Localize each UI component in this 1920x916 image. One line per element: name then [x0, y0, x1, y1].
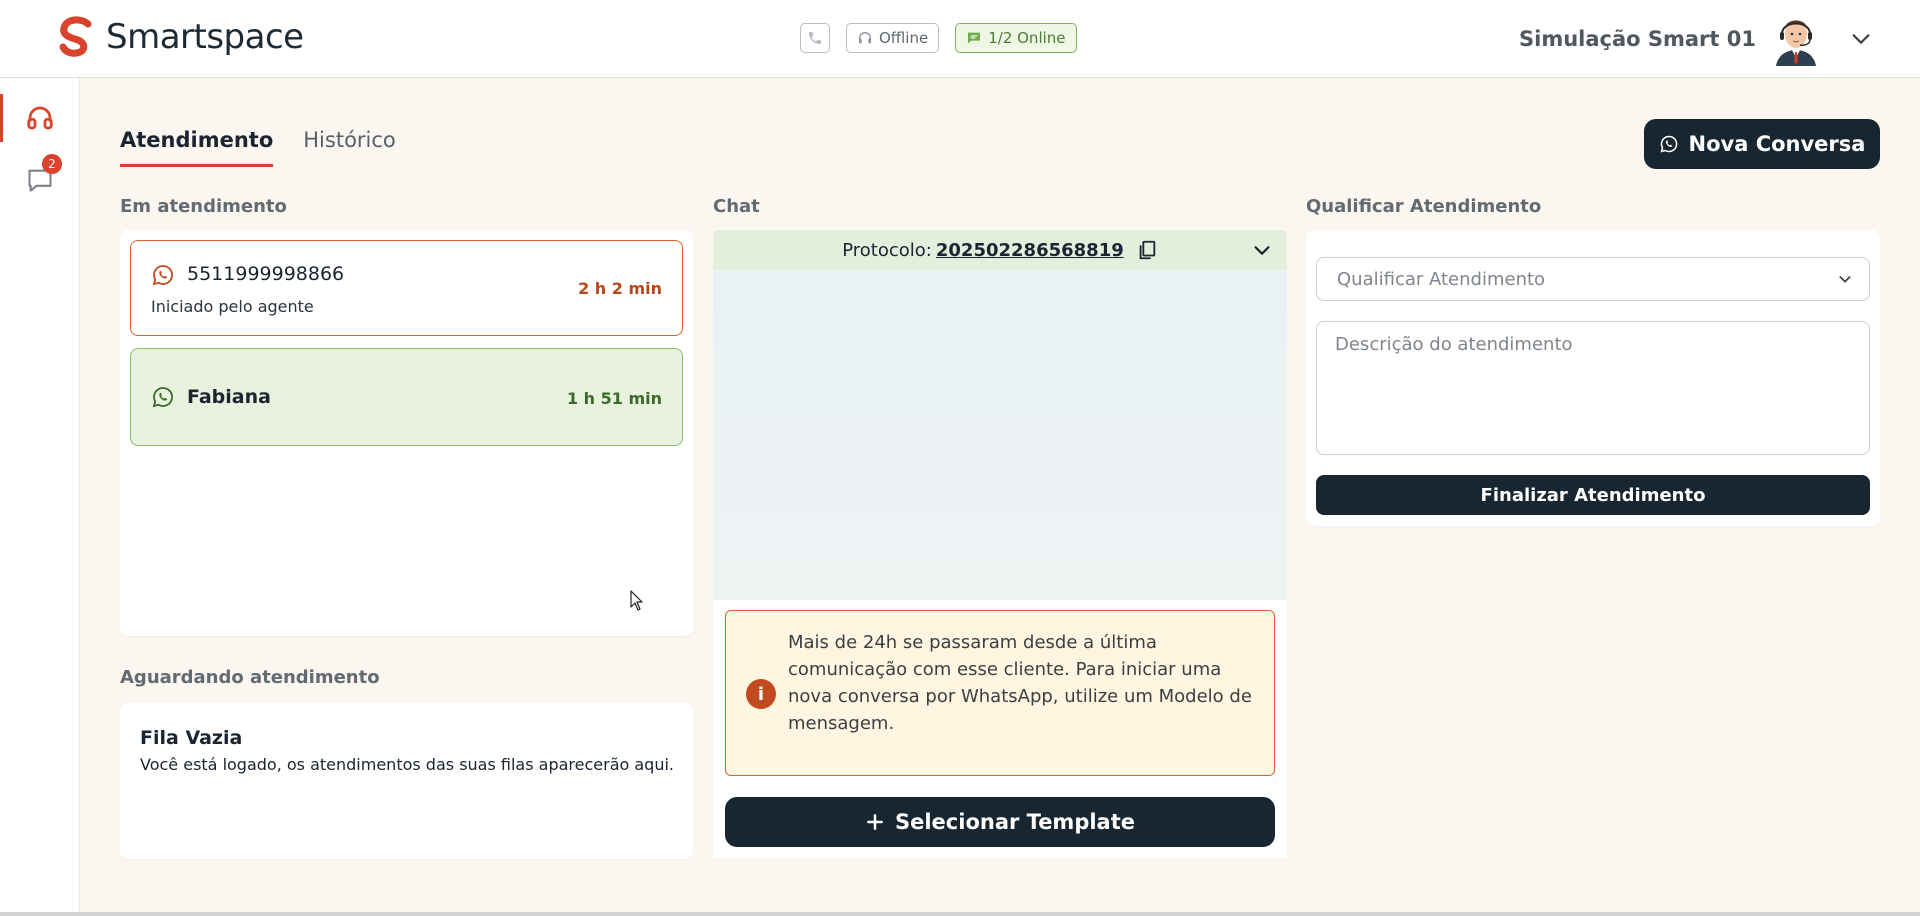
in-service-panel: 5511999998866 Iniciado pelo agente 2 h 2… [120, 230, 693, 636]
plus-icon [867, 814, 883, 830]
qualify-select[interactable]: Qualificar Atendimento [1316, 257, 1870, 301]
mouse-cursor-icon [630, 590, 643, 611]
brand-logo[interactable]: Smartspace [58, 16, 304, 58]
expired-session-alert: i Mais de 24h se passaram desde a última… [725, 610, 1275, 776]
offline-label: Offline [879, 29, 929, 47]
alert-text: Mais de 24h se passaram desde a última c… [788, 632, 1252, 734]
whatsapp-icon [152, 265, 173, 286]
sidebar-active-indicator [0, 94, 3, 142]
smartspace-logo-icon [59, 16, 92, 57]
whatsapp-icon [1659, 135, 1677, 153]
new-conversation-button[interactable]: Nova Conversa [1644, 119, 1880, 169]
user-menu[interactable]: Simulação Smart 01 [1519, 12, 1872, 66]
user-name: Simulação Smart 01 [1519, 27, 1756, 51]
brand-name: Smartspace [106, 17, 304, 57]
sidebar-item-atendimento[interactable] [24, 102, 56, 134]
phone-status-button[interactable] [800, 23, 830, 53]
waiting-panel: Fila Vazia Você está logado, os atendime… [120, 703, 693, 859]
chat-footer: i Mais de 24h se passaram desde a última… [713, 600, 1287, 858]
conversation-time: 1 h 51 min [566, 389, 662, 408]
conversation-name: 5511999998866 [187, 263, 345, 285]
protocol-number[interactable]: 202502286568819 [936, 240, 1124, 261]
qualify-panel: Qualificar Atendimento Descrição do aten… [1306, 230, 1880, 526]
chevron-down-icon[interactable] [1251, 239, 1273, 261]
sidebar: 2 [0, 78, 80, 916]
status-group: Offline 1/2 Online [800, 23, 1077, 53]
chat-count-badge: 2 [42, 154, 62, 174]
headset-icon [859, 32, 871, 44]
queue-empty-text: Você está logado, os atendimentos das su… [140, 755, 675, 774]
waiting-title: Aguardando atendimento [120, 667, 380, 688]
tab-atendimento[interactable]: Atendimento [120, 128, 274, 167]
chevron-down-icon [1839, 276, 1851, 283]
qualify-title: Qualificar Atendimento [1306, 196, 1542, 217]
whatsapp-icon [152, 387, 173, 408]
qualify-select-placeholder: Qualificar Atendimento [1337, 268, 1546, 290]
info-icon: i [746, 679, 776, 709]
chat-title: Chat [713, 196, 760, 217]
in-service-title: Em atendimento [120, 196, 287, 217]
online-status-button[interactable]: 1/2 Online [955, 23, 1077, 53]
chat-bubble-icon [968, 32, 981, 44]
tab-historico[interactable]: Histórico [303, 128, 396, 167]
offline-status-button[interactable]: Offline [846, 23, 940, 53]
phone-icon [809, 32, 821, 44]
avatar [1776, 20, 1816, 66]
copy-icon[interactable] [1136, 239, 1158, 261]
finish-service-button[interactable]: Finalizar Atendimento [1316, 475, 1870, 515]
chevron-down-icon[interactable] [1850, 28, 1872, 50]
sidebar-item-chats[interactable]: 2 [24, 154, 62, 196]
top-header: Smartspace Offline 1/2 Online Simulação … [0, 0, 1920, 78]
conversation-subtitle: Iniciado pelo agente [151, 297, 314, 316]
online-label: 1/2 Online [988, 29, 1066, 47]
chat-protocol-bar: Protocolo: 202502286568819 [713, 230, 1287, 270]
conversation-card[interactable]: 5511999998866 Iniciado pelo agente 2 h 2… [130, 240, 683, 336]
conversation-name: Fabiana [187, 386, 271, 408]
protocol-label: Protocolo: [842, 239, 932, 261]
conversation-card[interactable]: Fabiana 1 h 51 min [130, 348, 683, 446]
main-tabs: Atendimento Histórico [120, 128, 396, 167]
chat-messages-area[interactable] [713, 270, 1287, 600]
bottom-border [0, 912, 1920, 916]
description-textarea[interactable]: Descrição do atendimento [1316, 321, 1870, 455]
headset-icon [27, 106, 53, 130]
description-placeholder: Descrição do atendimento [1335, 334, 1573, 355]
select-template-button[interactable]: Selecionar Template [725, 797, 1275, 847]
select-template-label: Selecionar Template [894, 810, 1135, 834]
queue-empty-title: Fila Vazia [140, 727, 243, 749]
new-conversation-label: Nova Conversa [1688, 132, 1866, 156]
conversation-time: 2 h 2 min [578, 279, 662, 298]
